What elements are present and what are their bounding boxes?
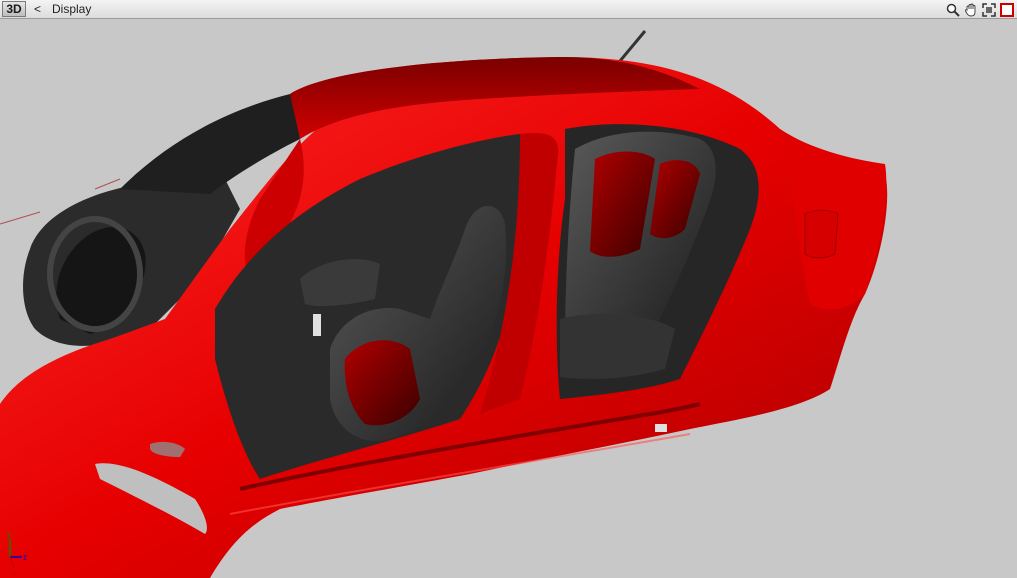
axis-y-label: y [7,530,11,539]
zoom-icon[interactable] [945,2,961,18]
guide-line [0,211,41,225]
maximize-icon[interactable] [999,2,1015,18]
back-button[interactable]: < [34,2,41,16]
fit-view-icon[interactable] [981,2,997,18]
3d-viewport[interactable]: y z x [0,19,1017,578]
view-mode-badge[interactable]: 3D [2,1,26,17]
door-handle [655,424,667,432]
view-tools [945,0,1017,19]
fuel-door [804,209,839,259]
viewport-title-bar: 3D < Display [0,0,1017,19]
pan-hand-icon[interactable] [963,2,979,18]
car-body-render: y z x [0,30,888,578]
display-tab-label[interactable]: Display [52,2,91,16]
axis-z-label: z [23,553,27,562]
rear-seat-cushion [560,313,675,379]
axis-x-label: x [12,569,16,578]
guide-line [94,178,121,190]
gear-shifter [313,314,321,336]
